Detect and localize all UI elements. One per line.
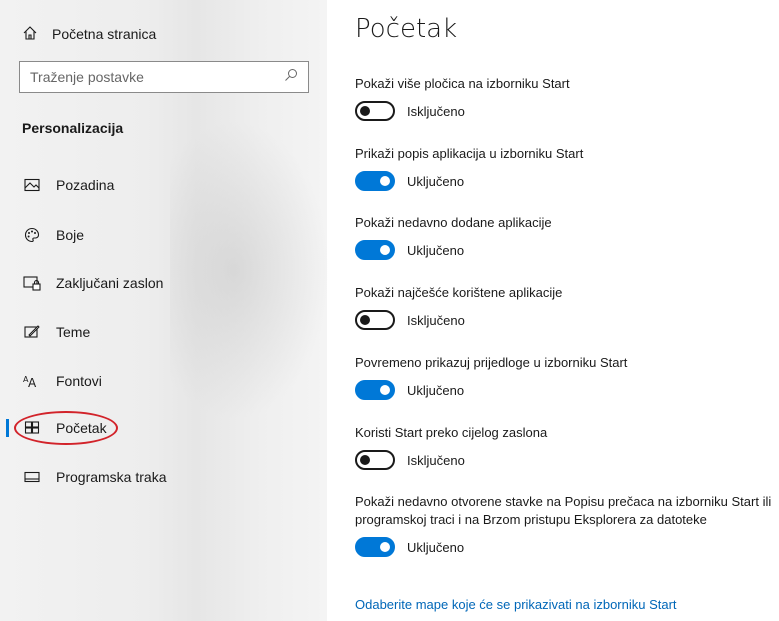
toggle-state: Isključeno [407,103,465,119]
sidebar-item-label: Teme [56,324,91,340]
choose-folders-link[interactable]: Odaberite mape koje će se prikazivati na… [355,597,677,612]
search-box[interactable] [19,61,309,93]
setting-label: Pokaži najčešće korištene aplikacije [355,285,563,300]
toggle-switch[interactable] [355,171,395,191]
themes-icon [22,322,42,342]
main-content: Početak Pokaži više pločica na izborniku… [355,0,779,621]
toggle-state: Isključeno [407,452,465,468]
setting-label: Koristi Start preko cijelog zaslona [355,425,548,440]
toggle-switch[interactable] [355,537,395,557]
highlight-annotation [14,411,118,445]
picture-icon [22,175,42,195]
setting-label: Pokaži nedavno otvorene stavke na Popisu… [355,494,772,527]
sidebar-item-zakljucani-zaslon[interactable]: Zaključani zaslon [0,268,327,298]
toggle-switch[interactable] [355,310,395,330]
toggle-switch[interactable] [355,240,395,260]
lock-screen-icon [22,273,42,293]
setting-label: Pokaži nedavno dodane aplikacije [355,215,552,230]
setting-app-list: Prikaži popis aplikacija u izborniku Sta… [355,145,779,191]
toggle-state: Uključeno [407,173,465,189]
search-input[interactable] [30,69,284,85]
fonts-icon: AA [22,371,42,391]
svg-text:A: A [28,376,37,389]
setting-label: Pokaži više pločica na izborniku Start [355,76,570,91]
taskbar-icon [22,467,42,487]
setting-label: Prikaži popis aplikacija u izborniku Sta… [355,146,584,161]
setting-recent-items: Pokaži nedavno otvorene stavke na Popisu… [355,493,779,557]
toggle-switch[interactable] [355,101,395,121]
home-link[interactable]: Početna stranica [22,22,156,46]
sidebar-item-pozadina[interactable]: Pozadina [0,170,327,200]
sidebar: Početna stranica Personalizacija Pozadin… [0,0,330,621]
toggle-state: Uključeno [407,382,465,398]
toggle-switch[interactable] [355,380,395,400]
sidebar-item-boje[interactable]: Boje [0,220,327,250]
palette-icon [22,225,42,245]
sidebar-item-label: Zaključani zaslon [56,275,164,291]
sidebar-item-label: Boje [56,227,85,243]
toggle-state: Uključeno [407,242,465,258]
toggle-state: Uključeno [407,539,465,555]
search-icon[interactable] [284,68,298,87]
home-label: Početna stranica [52,26,157,42]
setting-full-screen: Koristi Start preko cijelog zaslona Iskl… [355,424,779,470]
sidebar-item-label: Fontovi [56,373,102,389]
sidebar-item-fontovi[interactable]: AA Fontovi [0,366,327,396]
sidebar-item-label: Programska traka [56,469,167,485]
setting-most-used: Pokaži najčešće korištene aplikacije Isk… [355,284,779,330]
setting-recently-added: Pokaži nedavno dodane aplikacije Uključe… [355,214,779,260]
toggle-state: Isključeno [407,312,465,328]
toggle-switch[interactable] [355,450,395,470]
setting-suggestions: Povremeno prikazuj prijedloge u izbornik… [355,354,779,400]
section-title: Personalizacija [22,120,124,136]
setting-more-tiles: Pokaži više pločica na izborniku Start I… [355,75,779,121]
home-icon [22,25,38,44]
setting-label: Povremeno prikazuj prijedloge u izbornik… [355,355,628,370]
sidebar-item-label: Pozadina [56,177,115,193]
sidebar-item-programska-traka[interactable]: Programska traka [0,462,327,492]
page-title: Početak [355,14,458,44]
sidebar-item-teme[interactable]: Teme [0,317,327,347]
